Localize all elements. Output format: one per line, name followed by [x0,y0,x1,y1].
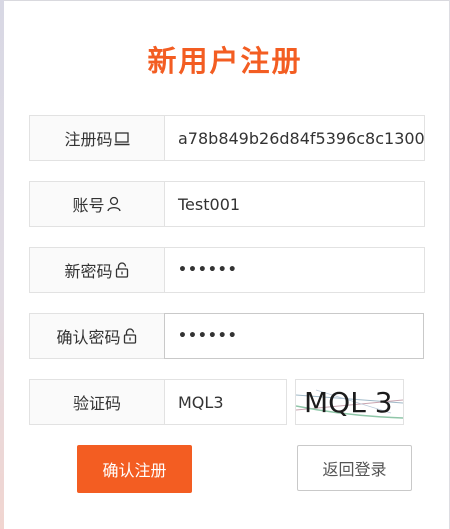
confirm-password-input[interactable]: •••••• [164,313,424,359]
confirm-register-button[interactable]: 确认注册 [77,445,192,493]
reg-code-label-text: 注册码 [64,130,113,149]
new-password-row: 新密码 •••••• [29,247,425,293]
lock-icon [115,262,128,278]
captcha-graphic: MQL 3 [296,386,403,419]
keyboard-icon [114,132,129,146]
confirm-password-label-text: 确认密码 [56,328,121,347]
account-input[interactable]: Test001 [165,181,425,227]
account-value: Test001 [178,194,241,214]
confirm-password-value: •••••• [178,328,238,344]
reg-code-value: a78b849b26d84f5396c8c13009 [178,128,425,148]
window-top-border [0,0,450,1]
account-label: 账号 [29,181,165,227]
lock-icon [123,328,136,344]
reg-code-row: 注册码 a78b849b26d84f5396c8c13009 [29,115,425,161]
captcha-label-text: 验证码 [72,394,121,413]
new-password-value: •••••• [178,262,238,278]
captcha-value: MQL3 [178,392,224,412]
new-password-label: 新密码 [29,247,165,293]
new-password-input[interactable]: •••••• [165,247,425,293]
confirm-password-row: 确认密码 •••••• [29,313,425,359]
captcha-image[interactable]: MQL 3 [295,379,404,425]
page-title: 新用户注册 [147,44,303,78]
account-label-text: 账号 [72,196,105,215]
reg-code-input[interactable]: a78b849b26d84f5396c8c13009 [165,115,425,161]
confirm-password-label: 确认密码 [29,313,165,359]
back-to-login-button[interactable]: 返回登录 [297,445,412,491]
user-icon [106,196,121,212]
captcha-row: 验证码 MQL3 MQL 3 [29,379,405,425]
captcha-text: MQL 3 [304,386,393,419]
captcha-label: 验证码 [29,379,165,425]
captcha-input[interactable]: MQL3 [165,379,287,425]
reg-code-label: 注册码 [29,115,165,161]
account-row: 账号 Test001 [29,181,425,227]
new-password-label-text: 新密码 [64,262,113,281]
